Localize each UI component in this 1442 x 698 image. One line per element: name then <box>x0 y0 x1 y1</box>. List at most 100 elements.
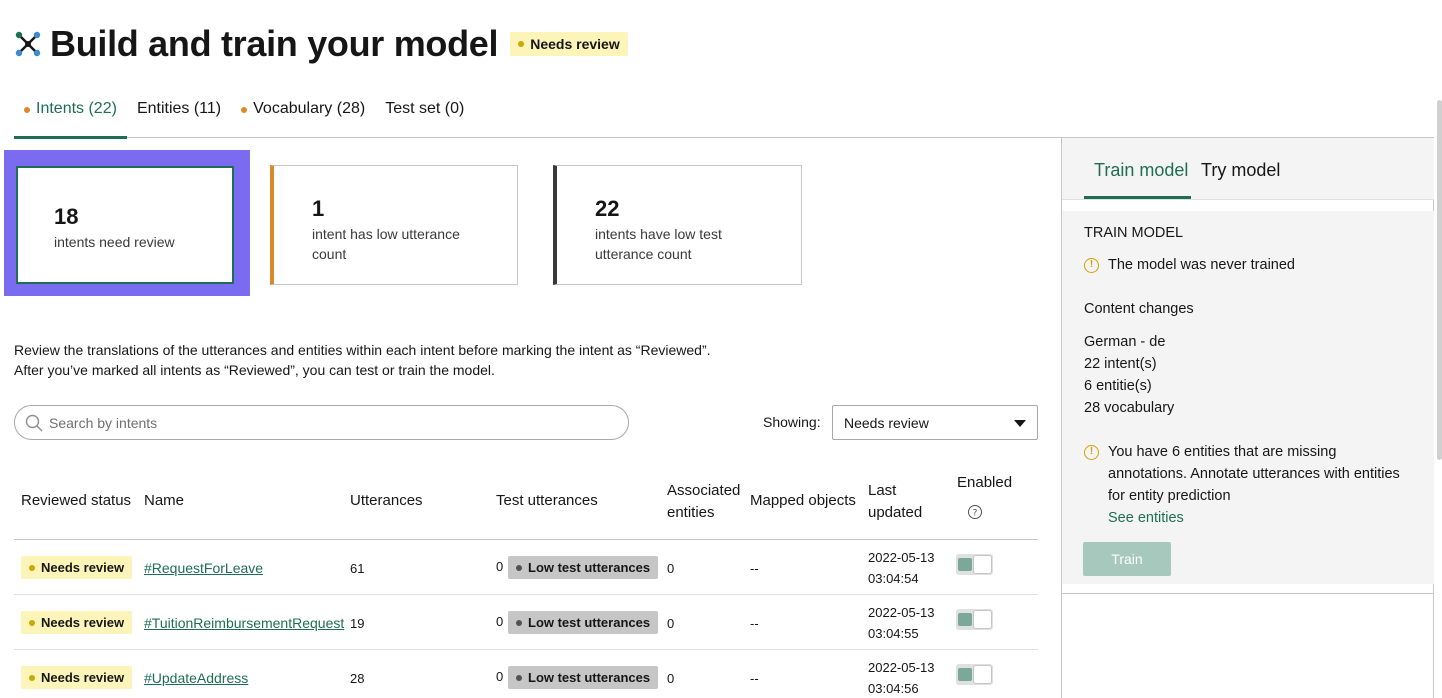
card-number: 18 <box>54 204 79 229</box>
tab-label: Vocabulary (28) <box>253 100 366 117</box>
tab-vocabulary[interactable]: Vocabulary (28) <box>231 88 375 138</box>
tab-label: Intents (22) <box>36 100 117 117</box>
associated-entities-count: 0 <box>667 671 675 686</box>
table-header: Reviewed status Name Utterances Test utt… <box>14 466 1038 540</box>
intent-link[interactable]: #TuitionReimbursementRequest <box>144 615 344 631</box>
tab-train-model[interactable]: Train model <box>1094 160 1188 181</box>
toggle-fill <box>958 613 972 626</box>
change-language: German - de <box>1084 334 1166 350</box>
status-dot-icon <box>29 564 35 571</box>
last-updated-time: 03:04:56 <box>868 681 919 696</box>
header-line: updated <box>868 504 923 521</box>
utterances-count: 28 <box>350 671 365 686</box>
utterances-count: 61 <box>350 561 365 576</box>
status-badge: Needs review <box>510 32 628 56</box>
change-entities: 6 entitie(s) <box>1084 378 1152 394</box>
test-utterances-count: 0 <box>496 614 504 629</box>
missing-annotations-line: You have 6 entities that are missing <box>1108 444 1337 460</box>
tab-underline <box>1084 196 1191 199</box>
column-header-reviewed-status[interactable]: Reviewed status <box>21 490 131 512</box>
status-dot-icon <box>29 619 35 626</box>
panel-divider <box>1062 593 1434 594</box>
tab-intents[interactable]: Intents (22) <box>14 88 127 139</box>
column-header-associated-entities[interactable]: Associated entities <box>667 480 740 524</box>
column-header-last-updated[interactable]: Last updated <box>868 480 922 524</box>
status-badge-label: Needs review <box>41 615 125 630</box>
intent-link[interactable]: #RequestForLeave <box>144 560 263 576</box>
card-description: intent has low utterance count <box>312 226 460 262</box>
badge-dot-icon <box>516 564 522 571</box>
status-badge-label: Needs review <box>41 560 125 575</box>
warning-icon: ! <box>1084 445 1099 460</box>
warning-icon: ! <box>1084 258 1099 273</box>
see-entities-link[interactable]: See entities <box>1108 510 1184 526</box>
page-scrollbar[interactable] <box>1437 100 1442 460</box>
filter-label: Showing: <box>763 414 821 430</box>
caret-down-icon <box>1014 420 1026 427</box>
intent-link[interactable]: #UpdateAddress <box>144 670 248 686</box>
mapped-objects-value: -- <box>750 671 759 686</box>
instructions-line: Review the translations of the utterance… <box>14 342 711 358</box>
status-dot-icon <box>518 41 525 47</box>
status-badge: Needs review <box>21 611 133 634</box>
enabled-toggle[interactable] <box>956 554 993 575</box>
table-row[interactable]: Needs review #UpdateAddress 28 0 Low tes… <box>14 650 1038 698</box>
mapped-objects-value: -- <box>750 616 759 631</box>
svg-text:?: ? <box>973 509 978 519</box>
toggle-knob <box>973 665 992 684</box>
badge-dot-icon <box>516 619 522 626</box>
status-badge: Needs review <box>21 666 133 689</box>
last-updated-date: 2022-05-13 <box>868 550 935 565</box>
search-input[interactable] <box>49 414 609 431</box>
page-title: Build and train your model <box>50 23 499 64</box>
toggle-knob <box>973 610 992 629</box>
badge-label: Low test utterances <box>528 670 651 685</box>
last-updated-time: 03:04:55 <box>868 626 919 641</box>
toggle-knob <box>973 555 992 574</box>
tab-label: Test set (0) <box>385 100 465 117</box>
badge-label: Low test utterances <box>528 560 651 575</box>
toggle-fill <box>958 668 972 681</box>
instructions-line: After you’ve marked all intents as “Revi… <box>14 362 495 378</box>
train-panel: Train model Try model TRAIN MODEL ! The … <box>1061 138 1434 698</box>
missing-annotations-line: annotations. Annotate utterances with en… <box>1108 466 1400 482</box>
last-updated-date: 2022-05-13 <box>868 660 935 675</box>
change-vocabulary: 28 vocabulary <box>1084 400 1175 416</box>
low-test-utterances-badge: Low test utterances <box>508 556 659 579</box>
enabled-toggle[interactable] <box>956 664 993 685</box>
badge-label: Low test utterances <box>528 615 651 630</box>
enabled-toggle[interactable] <box>956 609 993 630</box>
change-intents: 22 intent(s) <box>1084 356 1157 372</box>
tab-test-set[interactable]: Test set (0) <box>375 88 474 138</box>
card-intents-need-review[interactable]: 18 intents need review <box>16 166 234 284</box>
content-changes-heading: Content changes <box>1084 301 1194 317</box>
intents-table: Reviewed status Name Utterances Test utt… <box>14 466 1038 698</box>
table-row[interactable]: Needs review #TuitionReimbursementReques… <box>14 595 1038 650</box>
tab-dot-icon <box>241 107 248 113</box>
column-header-utterances[interactable]: Utterances <box>350 490 423 512</box>
section-title: TRAIN MODEL <box>1084 225 1184 241</box>
status-filter-dropdown[interactable]: Needs review <box>832 405 1038 440</box>
header-line: Last <box>868 482 897 499</box>
column-header-mapped-objects[interactable]: Mapped objects <box>750 490 856 512</box>
associated-entities-count: 0 <box>667 561 675 576</box>
train-model-section: TRAIN MODEL ! The model was never traine… <box>1062 211 1434 584</box>
tab-entities[interactable]: Entities (11) <box>127 88 231 138</box>
panel-tab-bar: Train model Try model <box>1062 138 1434 200</box>
last-updated-date: 2022-05-13 <box>868 605 935 620</box>
dropdown-value: Needs review <box>844 414 929 431</box>
card-low-utterance-count[interactable]: 1 intent has low utterance count <box>270 165 518 285</box>
column-header-test-utterances[interactable]: Test utterances <box>496 490 598 512</box>
column-header-name[interactable]: Name <box>144 490 184 512</box>
train-button[interactable]: Train <box>1083 542 1171 576</box>
table-row[interactable]: Needs review #RequestForLeave 61 0 Low t… <box>14 540 1038 595</box>
low-test-utterances-badge: Low test utterances <box>508 611 659 634</box>
help-icon[interactable]: ? <box>967 504 983 520</box>
tab-label: Entities (11) <box>136 100 222 117</box>
tab-bar: Intents (22) Entities (11) Vocabulary (2… <box>14 88 1434 139</box>
card-low-test-utterance-count[interactable]: 22 intents have low test utterance count <box>553 165 802 285</box>
tab-try-model[interactable]: Try model <box>1201 160 1280 181</box>
status-dot-icon <box>29 674 35 681</box>
network-icon <box>15 31 41 57</box>
never-trained-message: The model was never trained <box>1108 257 1295 273</box>
